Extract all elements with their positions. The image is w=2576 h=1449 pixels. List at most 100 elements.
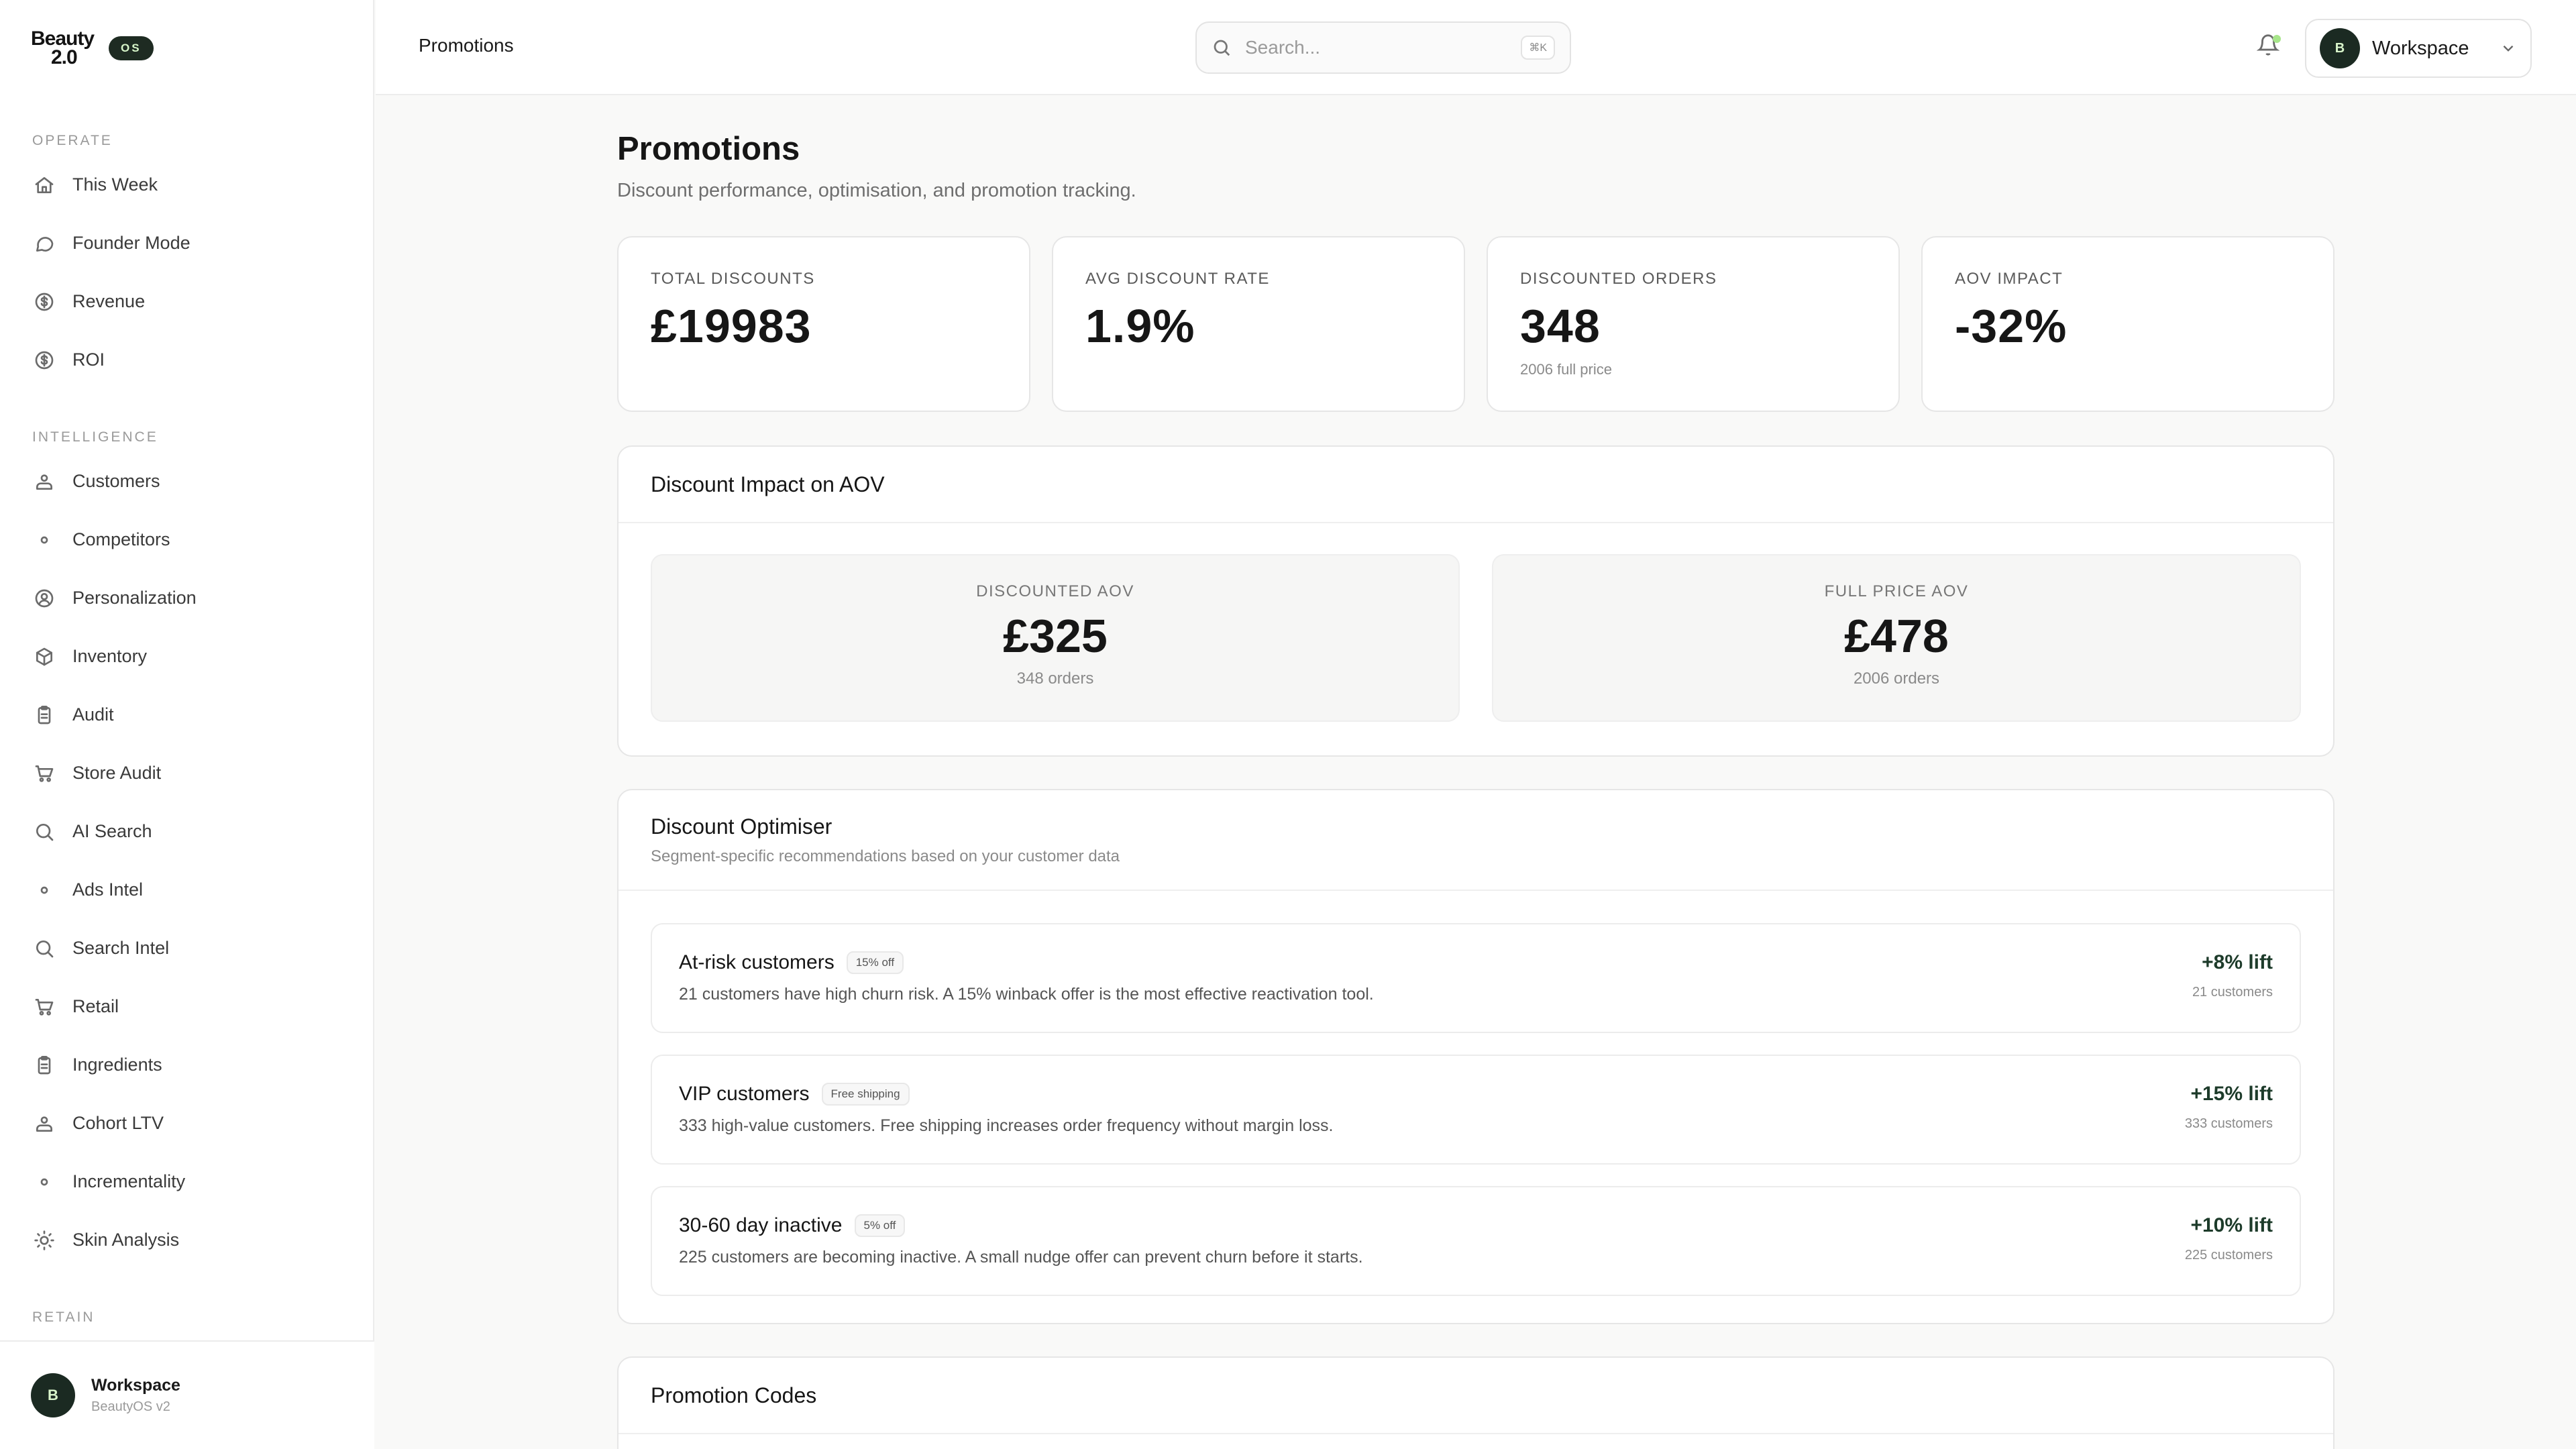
dollar-icon: [32, 348, 56, 372]
sidebar-item-ai-search[interactable]: AI Search: [0, 802, 374, 861]
sidebar-item-audit[interactable]: Audit: [0, 686, 374, 744]
search-icon: [1214, 40, 1230, 56]
user-circle-icon: [32, 586, 56, 610]
sidebar-item-label: Founder Mode: [72, 233, 191, 253]
breadcrumb: Promotions: [419, 35, 514, 56]
sidebar-item-ingredients[interactable]: Ingredients: [0, 1036, 374, 1094]
sidebar-item-inventory[interactable]: Inventory: [0, 627, 374, 686]
aov-note: 2006 orders: [1853, 669, 1940, 688]
search-box[interactable]: ⌘K: [1195, 21, 1571, 74]
search-icon: [32, 820, 56, 844]
sidebar-item-roi[interactable]: ROI: [0, 331, 374, 389]
offer-tag: Free shipping: [821, 1083, 910, 1106]
nav-gap: [0, 389, 374, 423]
notification-dot: [2273, 35, 2281, 43]
panel-title: Promotion Codes: [651, 1383, 817, 1407]
panel-title: Discount Impact on AOV: [651, 472, 885, 496]
avatar: B: [31, 1373, 75, 1417]
home-icon: [32, 173, 56, 197]
clipboard-icon: [32, 1053, 56, 1077]
nav-section-intelligence: INTELLIGENCE: [32, 429, 158, 445]
chevron-down-icon: [2503, 45, 2514, 52]
sidebar-item-customers[interactable]: Customers: [0, 452, 374, 511]
kpi-label: AVG DISCOUNT RATE: [1085, 270, 1270, 288]
panel-header: Promotion Codes: [619, 1358, 2333, 1434]
dot-icon: [32, 528, 56, 552]
sidebar-item-label: Store Audit: [72, 763, 162, 783]
kpi-label: TOTAL DISCOUNTS: [651, 270, 815, 288]
lift-value: +10% lift: [2190, 1214, 2273, 1236]
sidebar: Beauty 2.0 OS OPERATE This Week Founder Mo…: [0, 0, 374, 1449]
search-input[interactable]: [1245, 37, 1500, 58]
workspace-name: Workspace: [91, 1376, 180, 1395]
aov-note: 348 orders: [1016, 669, 1094, 688]
users-icon: [32, 1112, 56, 1136]
kpi-value: 1.9%: [1085, 300, 1195, 352]
offer-tag: 5% off: [854, 1214, 906, 1237]
sidebar-item-label: This Week: [72, 174, 158, 195]
notifications-button[interactable]: [2256, 34, 2284, 60]
box-icon: [32, 645, 56, 669]
kpi-note: 2006 full price: [1520, 361, 1612, 378]
kpi-value: -32%: [1955, 300, 2068, 352]
sidebar-item-label: Retail: [72, 996, 119, 1016]
sidebar-item-this-week[interactable]: This Week: [0, 156, 374, 214]
logo-line2: 2.0: [51, 46, 78, 68]
discounted-aov-box: DISCOUNTED AOV £325 348 orders: [651, 554, 1460, 722]
kpi-aov-impact: AOV IMPACT -32%: [1921, 236, 2334, 412]
sidebar-item-search-intel[interactable]: Search Intel: [0, 919, 374, 977]
workspace-switcher[interactable]: B Workspace: [2305, 19, 2532, 78]
offer-tag: 15% off: [846, 951, 904, 974]
sidebar-item-skin-analysis[interactable]: Skin Analysis: [0, 1211, 374, 1269]
segment-name: VIP customers: [679, 1083, 810, 1105]
sidebar-item-label: Cohort LTV: [72, 1113, 164, 1133]
page-subtitle: Discount performance, optimisation, and …: [617, 180, 1136, 201]
dollar-icon: [32, 290, 56, 314]
recommendation-card[interactable]: 30-60 day inactive 5% off 225 customers …: [651, 1186, 2301, 1296]
sidebar-item-revenue[interactable]: Revenue: [0, 272, 374, 331]
sidebar-item-label: Inventory: [72, 646, 148, 666]
kpi-value: 348: [1520, 300, 1601, 352]
recommendation-card[interactable]: At-risk customers 15% off 21 customers h…: [651, 923, 2301, 1033]
recommendation-card[interactable]: VIP customers Free shipping 333 high-val…: [651, 1055, 2301, 1165]
aov-value: £325: [1003, 610, 1108, 662]
kpi-total-discounts: TOTAL DISCOUNTS £19983: [617, 236, 1030, 412]
sidebar-item-incrementality[interactable]: Incrementality: [0, 1152, 374, 1211]
sidebar-item-competitors[interactable]: Competitors: [0, 511, 374, 569]
kpi-avg-discount-rate: AVG DISCOUNT RATE 1.9%: [1052, 236, 1465, 412]
dot-icon: [32, 878, 56, 902]
users-icon: [32, 470, 56, 494]
sidebar-item-store-audit[interactable]: Store Audit: [0, 744, 374, 802]
recommendation-header: VIP customers Free shipping: [679, 1083, 910, 1106]
panel-title: Discount Optimiser: [651, 814, 833, 839]
cart-icon: [32, 995, 56, 1019]
full-price-aov-box: FULL PRICE AOV £478 2006 orders: [1492, 554, 2301, 722]
sidebar-item-founder-mode[interactable]: Founder Mode: [0, 214, 374, 272]
logo-badge: OS: [109, 36, 154, 60]
search-shortcut: ⌘K: [1521, 36, 1555, 60]
sidebar-footer-text: Workspace BeautyOS v2: [91, 1376, 180, 1415]
promotion-codes-panel: Promotion Codes: [617, 1356, 2334, 1449]
customer-count: 333 customers: [2184, 1116, 2273, 1131]
workspace-switcher-label: Workspace: [2372, 37, 2469, 59]
recommendation-description: 21 customers have high churn risk. A 15%…: [679, 985, 1374, 1004]
sidebar-item-label: Audit: [72, 704, 114, 724]
aov-value: £478: [1844, 610, 1949, 662]
sidebar-nav: OPERATE This Week Founder Mode Revenue ROI IN…: [0, 126, 374, 1340]
workspace-version: BeautyOS v2: [91, 1399, 170, 1414]
sidebar-item-ads-intel[interactable]: Ads Intel: [0, 861, 374, 919]
lift-value: +15% lift: [2190, 1083, 2273, 1105]
recommendation-description: 225 customers are becoming inactive. A s…: [679, 1248, 1363, 1267]
sidebar-item-cohort-ltv[interactable]: Cohort LTV: [0, 1094, 374, 1152]
chat-icon: [32, 231, 56, 256]
sidebar-item-label: Ads Intel: [72, 879, 144, 900]
sidebar-item-label: Customers: [72, 471, 160, 491]
recommendation-header: At-risk customers 15% off: [679, 951, 904, 974]
sidebar-item-personalization[interactable]: Personalization: [0, 569, 374, 627]
recommendation-header: 30-60 day inactive 5% off: [679, 1214, 906, 1237]
sidebar-item-retail[interactable]: Retail: [0, 977, 374, 1036]
kpi-discounted-orders: DISCOUNTED ORDERS 348 2006 full price: [1487, 236, 1900, 412]
segment-name: 30-60 day inactive: [679, 1214, 843, 1236]
logo[interactable]: Beauty 2.0 OS: [31, 29, 154, 68]
sidebar-footer[interactable]: B Workspace BeautyOS v2: [0, 1340, 374, 1449]
